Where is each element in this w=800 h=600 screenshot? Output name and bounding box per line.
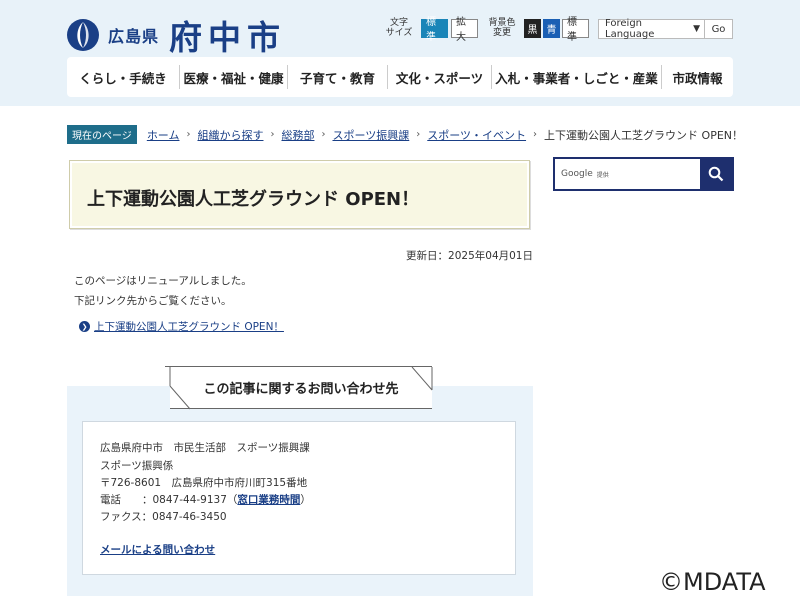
text-size-label: 文字 サイズ [385,18,413,38]
search-brand: Google [561,169,593,179]
breadcrumb-label: 現在のページ [67,125,137,144]
contact-tel-row: 電話 ：0847-44-9137（窓口業務時間） [100,494,311,506]
search-button[interactable] [700,159,732,189]
chevron-down-icon: ▼ [693,24,700,34]
arrow-right-circle-icon: ❯ [79,321,90,332]
gnav-item-living[interactable]: くらし・手続き [67,65,179,89]
contact-fax: ファクス：0847-46-3450 [100,511,227,523]
bg-color-label: 背景色 変更 [488,18,516,38]
city-name: 府中市 [169,18,287,57]
text-size-standard-button[interactable]: 標準 [421,17,448,43]
bg-blue-button[interactable]: 青 [543,18,560,38]
bg-black-button[interactable]: 黒 [524,18,541,38]
bg-color-control: 背景色 変更 黒 青 標準 [486,17,589,43]
mail-inquiry-link[interactable]: メールによる問い合わせ [100,542,215,557]
breadcrumb-organization[interactable]: 組織から探す [197,127,263,143]
contact-department: 広島県府中市 市民生活部 スポーツ振興課 [100,442,310,454]
page-title: 上下運動公園人工芝グラウンド OPEN！ [87,189,420,210]
breadcrumb-sports-events[interactable]: スポーツ・イベント [427,127,526,143]
language-go-button[interactable]: Go [704,20,732,38]
text-size-large-button[interactable]: 拡大 [451,17,478,43]
chevron-right-icon: › [533,129,538,140]
breadcrumb: 現在のページ ホーム › 組織から探す › 総務部 › スポーツ振興課 › スポ… [67,125,743,144]
chevron-right-icon: › [186,129,191,140]
gnav-item-health[interactable]: 医療・福祉・健康 [179,65,287,89]
contact-tel: 0847-44-9137 [152,494,227,506]
breadcrumb-current: 上下運動公園人工芝グラウンド OPEN！ [544,128,744,142]
search-icon [708,166,724,182]
contact-address: 〒726-8601 広島県府中市府川町315番地 [100,477,308,489]
office-hours-link[interactable]: 窓口業務時間 [237,494,300,506]
breadcrumb-general-affairs[interactable]: 総務部 [281,127,314,143]
gnav-item-government[interactable]: 市政情報 [661,65,733,89]
contact-section-name: スポーツ振興係 [100,460,174,472]
global-nav: くらし・手続き 医療・福祉・健康 子育て・教育 文化・スポーツ 入札・事業者・し… [67,57,733,97]
prefecture-name: 広島県 [108,27,160,46]
chevron-right-icon: › [270,129,275,140]
renewal-link-row: ❯ 上下運動公園人工芝グラウンド OPEN！ [79,319,284,334]
gnav-item-business[interactable]: 入札・事業者・しごと・産業 [491,65,661,89]
search-brand-suffix: 提供 [596,171,609,179]
site-search: Google 提供 [553,157,734,191]
updated-date: 更新日：2025年04月01日 [406,250,533,262]
breadcrumb-home[interactable]: ホーム [147,127,180,143]
bg-standard-button[interactable]: 標準 [562,17,589,43]
body-paragraph-1: このページはリニューアルしました。 [74,275,252,287]
body-paragraph-2: 下記リンク先からご覧ください。 [74,295,232,307]
site-header: 広島県 府中市 文字 サイズ 標準 拡大 背景色 変更 黒 青 標準 Forei… [0,0,800,106]
site-logo[interactable]: 広島県 府中市 [66,11,286,59]
watermark: ©MDATA [659,568,766,596]
chevron-right-icon: › [321,129,326,140]
breadcrumb-sports-division[interactable]: スポーツ振興課 [332,127,409,143]
page-title-box: 上下運動公園人工芝グラウンド OPEN！ [69,160,530,229]
renewal-link[interactable]: 上下運動公園人工芝グラウンド OPEN！ [94,319,284,334]
search-input[interactable]: Google 提供 [555,159,700,189]
language-select[interactable]: Foreign Language ▼ Go [598,18,733,40]
chevron-right-icon: › [416,129,421,140]
gnav-item-childcare[interactable]: 子育て・教育 [287,65,387,89]
gnav-item-culture[interactable]: 文化・スポーツ [387,65,491,89]
language-select-value: Foreign Language [605,18,655,40]
contact-tel-label: 電話 ： [100,494,153,506]
city-emblem-icon [67,19,99,51]
contact-title-frame [169,366,433,410]
text-size-control: 文字 サイズ 標準 拡大 [384,17,478,43]
